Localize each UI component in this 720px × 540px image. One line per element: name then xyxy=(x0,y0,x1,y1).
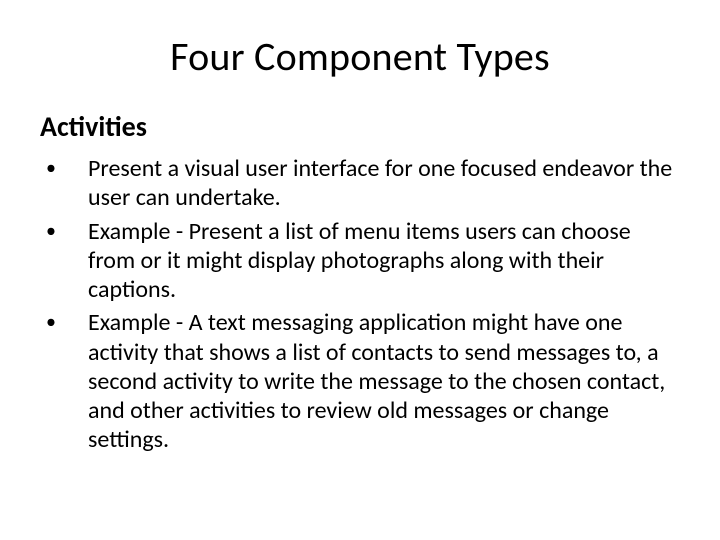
slide-title: Four Component Types xyxy=(40,32,680,81)
bullet-list: Present a visual user interface for one … xyxy=(40,154,680,455)
list-item: Example - A text messaging application m… xyxy=(40,308,680,454)
slide-subheading: Activities xyxy=(40,109,680,144)
list-item: Example - Present a list of menu items u… xyxy=(40,217,680,305)
list-item: Present a visual user interface for one … xyxy=(40,154,680,213)
slide: Four Component Types Activities Present … xyxy=(0,0,720,540)
